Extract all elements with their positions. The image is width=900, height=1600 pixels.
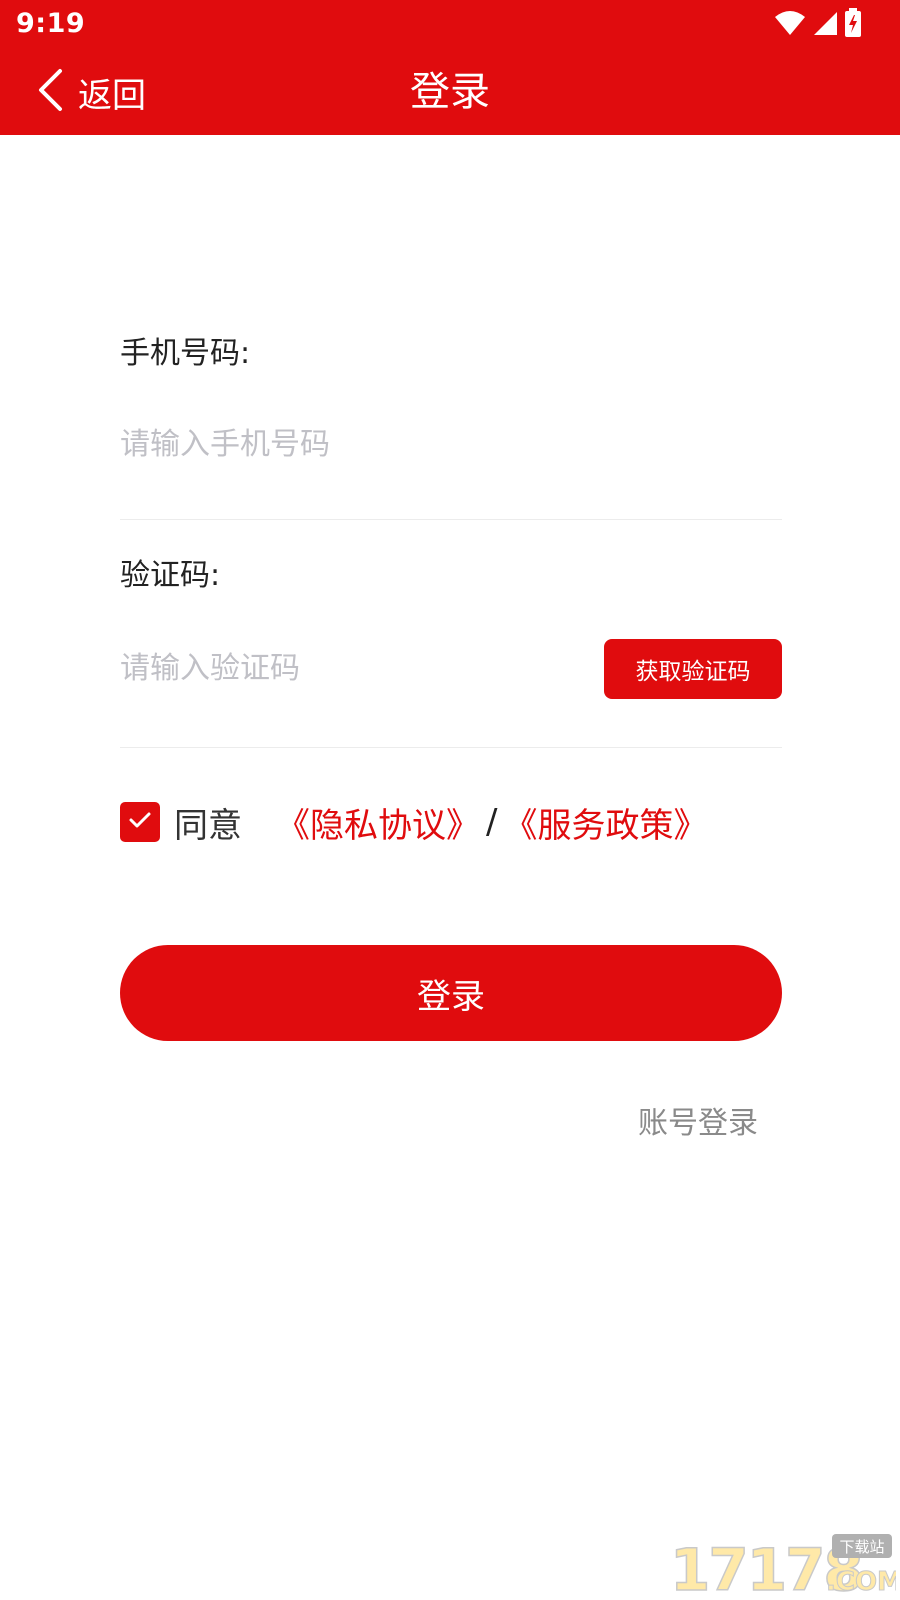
svg-text:17178: 17178 xyxy=(670,1536,862,1596)
checkmark-icon xyxy=(128,810,152,834)
svg-text:.COM: .COM xyxy=(826,1567,896,1596)
agree-label: 同意 xyxy=(174,805,242,846)
chevron-left-icon xyxy=(36,68,64,116)
account-login-link[interactable]: 账号登录 xyxy=(638,1098,758,1142)
agreement-row: 同意 《隐私协议》 / 《服务政策》 xyxy=(120,792,782,852)
code-input[interactable] xyxy=(120,646,560,690)
nav-bar: 返回 登录 xyxy=(0,50,900,135)
phone-field-row: 手机号码: xyxy=(120,330,782,520)
cellular-signal-icon xyxy=(812,10,838,40)
battery-charging-icon xyxy=(844,8,862,42)
service-policy-link[interactable]: 《服务政策》 xyxy=(503,798,707,847)
phone-label: 手机号码: xyxy=(120,336,251,371)
policy-separator: / xyxy=(486,802,498,842)
privacy-policy-link[interactable]: 《隐私协议》 xyxy=(276,798,480,847)
status-icons xyxy=(774,8,862,42)
status-time: 9:19 xyxy=(16,8,86,39)
back-label: 返回 xyxy=(78,75,146,116)
back-button[interactable]: 返回 xyxy=(36,64,146,120)
site-watermark-logo: 17178 下载站 .COM xyxy=(668,1532,900,1600)
phone-input[interactable] xyxy=(120,422,560,466)
wifi-icon xyxy=(774,10,806,40)
header-bar: 9:19 返回 登录 xyxy=(0,0,900,135)
code-field-row: 验证码: 获取验证码 xyxy=(120,520,782,748)
code-label: 验证码: xyxy=(120,558,221,593)
agree-checkbox[interactable] xyxy=(120,802,160,842)
get-code-button[interactable]: 获取验证码 xyxy=(604,639,782,699)
login-button[interactable]: 登录 xyxy=(120,945,782,1041)
svg-text:下载站: 下载站 xyxy=(839,1538,884,1556)
status-bar: 9:19 xyxy=(0,0,900,50)
